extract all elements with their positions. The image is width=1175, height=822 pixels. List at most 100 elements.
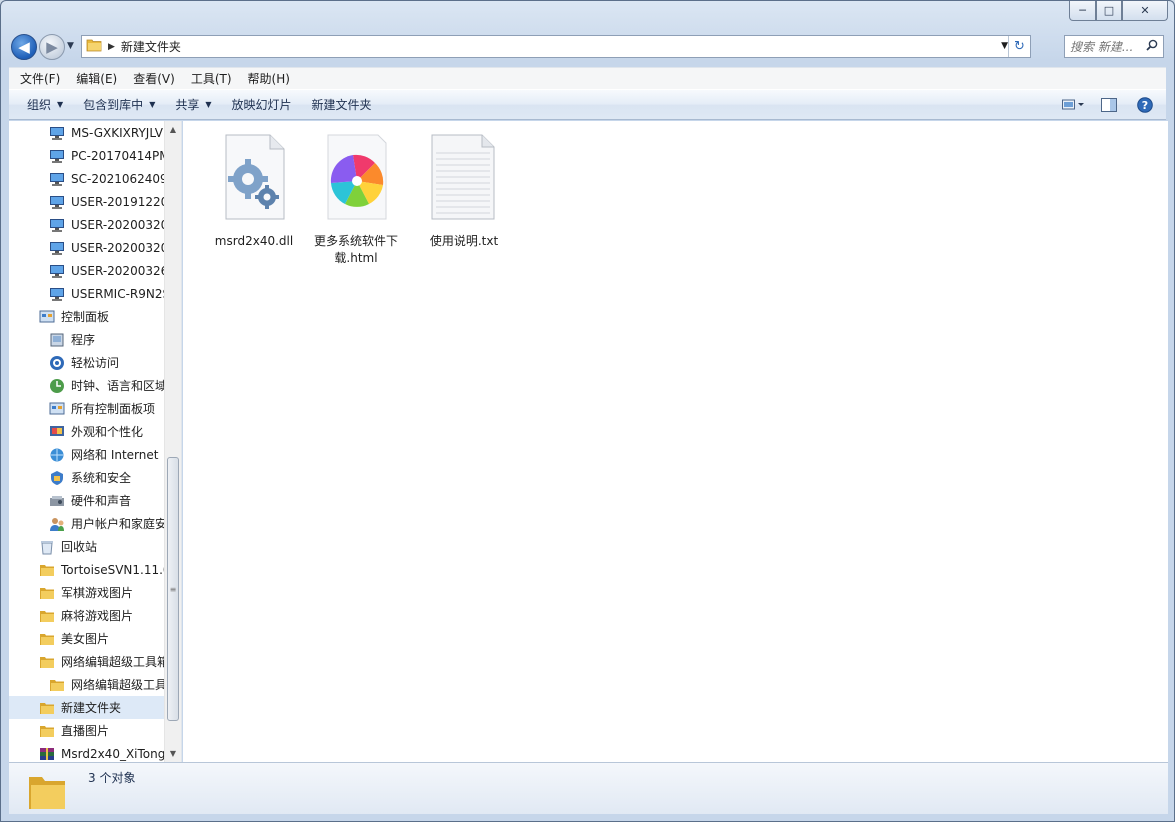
computer-icon [49,148,65,164]
address-row: ◀ ▶ ▼ ▶ 新建文件夹 ▼ ↻ [9,33,1164,60]
refresh-icon[interactable]: ↻ [1008,36,1030,57]
nav-item[interactable]: USER-20200320. [9,213,167,236]
preview-pane-icon[interactable] [1098,95,1120,115]
address-bar[interactable]: ▶ 新建文件夹 ▼ ↻ [81,35,1031,58]
search-icon[interactable] [1146,39,1158,54]
close-button[interactable]: ✕ [1122,1,1168,21]
menu-tools[interactable]: 工具(T) [183,70,240,87]
nav-item[interactable]: MS-GXKIXRYJLV [9,121,167,144]
nav-item[interactable]: TortoiseSVN1.11.0 [9,558,167,581]
scroll-down-icon[interactable]: ▼ [165,745,181,762]
nav-item[interactable]: SC-20210624091 [9,167,167,190]
menu-help[interactable]: 帮助(H) [240,70,298,87]
search-input[interactable] [1070,39,1144,54]
computer-icon [49,125,65,141]
nav-item[interactable]: 轻松访问 [9,351,167,374]
computer-icon [49,171,65,187]
nav-item-label: 外观和个性化 [71,425,144,439]
nav-item[interactable]: Msrd2x40_XiTong [9,742,167,762]
nav-item[interactable]: 系统和安全 [9,466,167,489]
nav-item[interactable]: 麻将游戏图片 [9,604,167,627]
nav-item-label: USERMIC-R9N2S [71,286,167,301]
menu-file[interactable]: 文件(F) [12,70,68,87]
nav-item-label: 直播图片 [61,724,110,738]
nav-item[interactable]: 新建文件夹 [9,696,167,719]
ease-of-access-icon [49,355,65,371]
nav-item[interactable]: USERMIC-R9N2S [9,282,167,305]
command-bar: 组织 ▼ 包含到库中 ▼ 共享 ▼ 放映幻灯片 新建文件夹 ? [9,89,1166,120]
nav-item[interactable]: 程序 [9,328,167,351]
view-controls: ? [1062,95,1156,115]
minimize-button[interactable]: ─ [1069,1,1096,21]
nav-item[interactable]: 回收站 [9,535,167,558]
nav-item-label: MS-GXKIXRYJLV [71,125,163,140]
folder-icon [39,700,55,716]
file-item[interactable]: 使用说明.txt [419,133,509,250]
nav-item[interactable]: 所有控制面板项 [9,397,167,420]
scroll-up-icon[interactable]: ▲ [165,121,181,138]
scroll-thumb[interactable]: ≡ [167,457,179,721]
computer-icon [49,217,65,233]
menu-bar: 文件(F) 编辑(E) 查看(V) 工具(T) 帮助(H) [9,67,1166,89]
nav-item[interactable]: 外观和个性化 [9,420,167,443]
nav-item[interactable]: 网络和 Internet [9,443,167,466]
folder-icon [39,723,55,739]
search-box[interactable] [1064,35,1164,58]
dll-file-icon [218,133,290,225]
nav-item[interactable]: 美女图片 [9,627,167,650]
nav-item[interactable]: USER-20200326V [9,259,167,282]
nav-item[interactable]: USER-20200320( [9,236,167,259]
nav-item-label: SC-20210624091 [71,171,167,186]
nav-item[interactable]: PC-20170414PM [9,144,167,167]
nav-item[interactable]: 网络编辑超级工具箱 [9,650,167,673]
nav-item[interactable]: 直播图片 [9,719,167,742]
breadcrumb-current[interactable]: 新建文件夹 [121,38,181,55]
nav-item-label: 时钟、语言和区域 [71,379,167,393]
nav-scrollbar[interactable]: ▲ ≡ ▼ [164,121,181,762]
svg-text:?: ? [1142,99,1148,112]
file-item[interactable]: msrd2x40.dll [209,133,299,250]
computer-icon [49,286,65,302]
nav-item-label: 麻将游戏图片 [61,609,134,623]
breadcrumb-chevron-icon[interactable]: ▶ [108,42,115,52]
help-icon[interactable]: ? [1134,95,1156,115]
include-in-library-button[interactable]: 包含到库中 ▼ [73,96,165,113]
nav-item-label: 回收站 [61,540,98,554]
nav-item[interactable]: 时钟、语言和区域 [9,374,167,397]
address-dropdown[interactable]: ▼ [1001,41,1008,51]
chevron-down-icon: ▼ [149,100,156,109]
archive-icon [39,746,55,762]
nav-item-label: 硬件和声音 [71,494,132,508]
change-view-icon[interactable] [1062,95,1084,115]
nav-item-label: 系统和安全 [71,471,132,485]
nav-item-label: 新建文件夹 [61,701,122,715]
new-folder-button[interactable]: 新建文件夹 [302,96,382,113]
html-file-icon [320,133,392,225]
nav-item[interactable]: 军棋游戏图片 [9,581,167,604]
nav-item[interactable]: 硬件和声音 [9,489,167,512]
menu-edit[interactable]: 编辑(E) [68,70,125,87]
maximize-button[interactable]: □ [1096,1,1122,21]
nav-item[interactable]: 网络编辑超级工具 [9,673,167,696]
details-pane: 3 个对象 [9,762,1168,814]
file-item[interactable]: 更多系统软件下载.html [311,133,401,267]
slideshow-button[interactable]: 放映幻灯片 [222,96,302,113]
back-button[interactable]: ◀ [11,34,37,60]
caption-buttons: ─ □ ✕ [1069,1,1168,21]
organize-button[interactable]: 组织 ▼ [17,96,73,113]
nav-item[interactable]: 用户帐户和家庭安 [9,512,167,535]
nav-item-label: TortoiseSVN1.11.0 [61,562,167,577]
recent-pages-dropdown[interactable]: ▼ [67,41,74,51]
nav-item[interactable]: USER-20191220I [9,190,167,213]
menu-view[interactable]: 查看(V) [125,70,183,87]
nav-item-label: 网络和 Internet [71,448,159,462]
nav-item-label: 控制面板 [61,310,110,324]
forward-button[interactable]: ▶ [39,34,65,60]
slideshow-label: 放映幻灯片 [231,98,292,112]
folder-icon [39,608,55,624]
nav-item[interactable]: 控制面板 [9,305,167,328]
share-button[interactable]: 共享 ▼ [165,96,221,113]
computer-icon [49,263,65,279]
chevron-down-icon: ▼ [205,100,212,109]
folder-icon [86,38,102,55]
